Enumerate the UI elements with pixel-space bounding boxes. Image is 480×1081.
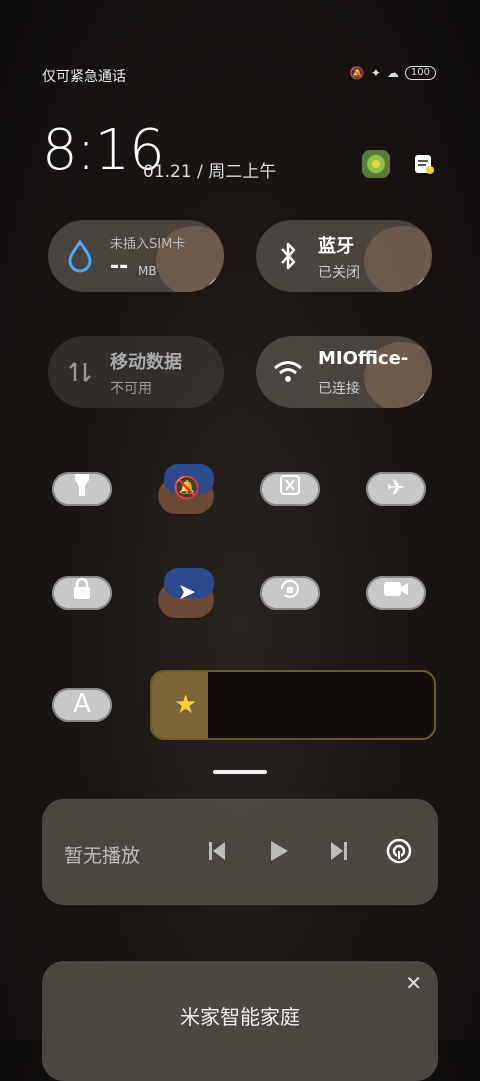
bluetooth-icon bbox=[270, 238, 306, 274]
signal-icon: ✦ bbox=[370, 66, 381, 80]
location-icon: ➤ bbox=[177, 580, 197, 605]
flashlight-toggle[interactable] bbox=[48, 466, 116, 510]
expand-corner-icon bbox=[416, 278, 424, 286]
brightness-slider[interactable]: ★ bbox=[150, 670, 436, 740]
expand-corner-icon bbox=[416, 394, 424, 402]
data-unit: MB bbox=[138, 264, 157, 278]
wifi-network-name: MIOffice- bbox=[318, 348, 409, 369]
screen-record-toggle[interactable] bbox=[362, 570, 430, 614]
bell-off-icon: 🔕 bbox=[173, 476, 201, 501]
lock-icon bbox=[71, 577, 93, 607]
sim-status: 未插入SIM卡 bbox=[110, 237, 186, 252]
mobile-data-title: 移动数据 bbox=[110, 352, 182, 373]
data-value: -- bbox=[110, 254, 129, 279]
status-icons: 🔕 ✦ ☁ 100 bbox=[350, 66, 436, 80]
close-icon[interactable]: ✕ bbox=[405, 971, 422, 995]
letter-a-icon: A bbox=[73, 689, 91, 719]
carrier-status: 仅可紧急通话 bbox=[42, 69, 126, 85]
silent-icon: 🔕 bbox=[349, 66, 365, 80]
cast-icon[interactable] bbox=[384, 836, 414, 866]
smart-home-title: 米家智能家庭 bbox=[180, 1005, 300, 1029]
lock-toggle[interactable] bbox=[48, 570, 116, 614]
clock-date[interactable]: 01.21 / 周二上午 bbox=[143, 157, 276, 182]
smart-home-card[interactable]: ✕ 米家智能家庭 bbox=[42, 961, 438, 1081]
media-status: 暂无播放 bbox=[64, 845, 141, 867]
wifi-icon bbox=[270, 354, 306, 390]
settings-edit-icon[interactable] bbox=[410, 150, 438, 178]
screenshot-icon bbox=[278, 473, 302, 503]
rotation-lock-icon bbox=[277, 576, 303, 608]
play-button[interactable] bbox=[264, 836, 294, 866]
screenshot-toggle[interactable] bbox=[256, 466, 324, 510]
bluetooth-title: 蓝牙 bbox=[318, 236, 354, 257]
flashlight-icon bbox=[72, 472, 92, 504]
location-toggle[interactable]: ➤ bbox=[152, 564, 222, 622]
mobile-data-tile[interactable]: 移动数据 不可用 bbox=[48, 336, 224, 408]
media-player-card[interactable]: 暂无播放 bbox=[42, 799, 438, 905]
camera-icon bbox=[382, 579, 410, 605]
wifi-tile[interactable]: MIOffice- 已连接 bbox=[256, 336, 432, 408]
auto-brightness-toggle[interactable]: A bbox=[48, 682, 116, 726]
data-usage-tile[interactable]: 未插入SIM卡 -- MB bbox=[48, 220, 224, 292]
expand-corner-icon bbox=[208, 278, 216, 286]
flower-icon[interactable] bbox=[362, 150, 390, 178]
rotation-lock-toggle[interactable] bbox=[256, 570, 324, 614]
previous-button[interactable] bbox=[202, 836, 232, 866]
bluetooth-status: 已关闭 bbox=[318, 265, 360, 281]
star-icon: ★ bbox=[174, 690, 198, 720]
silent-toggle[interactable]: 🔕 bbox=[152, 460, 222, 518]
bluetooth-tile[interactable]: 蓝牙 已关闭 bbox=[256, 220, 432, 292]
mobile-data-status: 不可用 bbox=[110, 381, 152, 397]
wifi-status-icon: ☁ bbox=[386, 66, 399, 80]
airplane-toggle[interactable]: ✈ bbox=[362, 466, 430, 510]
battery-indicator: 100 bbox=[404, 66, 436, 80]
wifi-status: 已连接 bbox=[318, 381, 360, 397]
data-arrows-icon bbox=[62, 354, 98, 390]
airplane-icon: ✈ bbox=[386, 475, 406, 501]
drag-handle[interactable] bbox=[213, 770, 267, 774]
next-button[interactable] bbox=[324, 836, 354, 866]
water-drop-icon bbox=[62, 238, 98, 274]
